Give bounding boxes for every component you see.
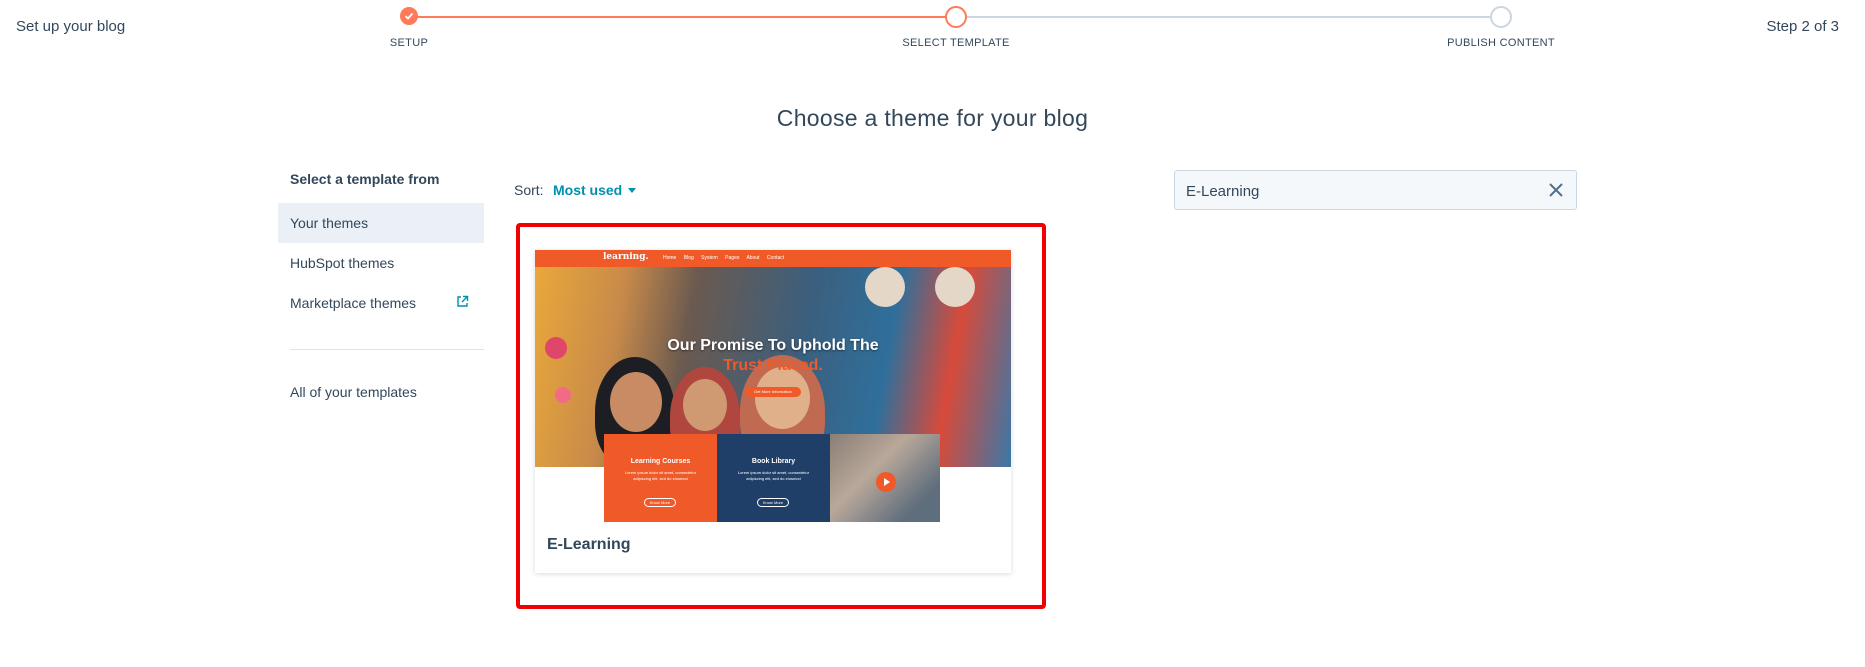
preview-box-title: Book Library xyxy=(751,458,796,465)
step-count: Step 2 of 3 xyxy=(1766,18,1839,35)
preview-child-face xyxy=(755,367,810,429)
sidebar-item-label: Your themes xyxy=(290,215,369,231)
sort-value: Most used xyxy=(553,182,623,198)
step-current-indicator xyxy=(945,6,967,28)
page-title: Choose a theme for your blog xyxy=(776,105,1089,131)
caret-down-icon xyxy=(628,187,637,193)
preview-box-text: Lorem ipsum dolor sit amet, consectetur … xyxy=(737,470,810,481)
preview-logo: learning. xyxy=(603,252,649,262)
sidebar-item-label: HubSpot themes xyxy=(290,255,395,271)
step-complete-check-icon xyxy=(400,7,418,25)
preview-child-face xyxy=(610,372,662,432)
clear-search-icon[interactable] xyxy=(1548,182,1564,198)
step-upcoming-indicator xyxy=(1490,6,1512,28)
preview-hero-highlight: Trust Placed. xyxy=(723,357,823,374)
preview-box-button: Know More xyxy=(757,498,789,507)
search-input[interactable] xyxy=(1175,171,1548,211)
sidebar-item-marketplace-themes[interactable]: Marketplace themes xyxy=(278,283,484,323)
template-name: E-Learning xyxy=(547,536,631,553)
sidebar-item-your-themes[interactable]: Your themes xyxy=(278,203,484,243)
preview-child-face xyxy=(683,379,727,431)
preview-flower-shape xyxy=(555,387,571,403)
sidebar-heading: Select a template from xyxy=(290,171,440,187)
preview-box-button: Know More xyxy=(644,498,676,507)
step-label-publish-content: PUBLISH CONTENT xyxy=(1447,37,1555,49)
step-label-setup: SETUP xyxy=(389,37,429,49)
preview-menu: Home Blog System Pages About Contact xyxy=(663,255,785,261)
play-icon xyxy=(876,472,896,492)
sidebar-divider xyxy=(290,349,484,350)
template-search xyxy=(1174,170,1577,211)
sidebar-item-label: All of your templates xyxy=(290,384,417,400)
preview-box-text: Lorem ipsum dolor sit amet, consectetur … xyxy=(624,470,697,481)
preview-courses-box: Learning Courses Lorem ipsum dolor sit a… xyxy=(604,434,717,522)
progress-track-remaining xyxy=(957,16,1502,18)
preview-navbar: learning. Home Blog System Pages About C… xyxy=(535,250,1011,267)
preview-hero-title: Our Promise To Uphold The xyxy=(667,337,879,354)
preview-hero-button: Get More Information xyxy=(745,387,801,397)
preview-mural-face xyxy=(935,267,975,307)
sort-dropdown[interactable]: Most used xyxy=(553,182,637,198)
sidebar-item-hubspot-themes[interactable]: HubSpot themes xyxy=(278,243,484,283)
preview-mural-face xyxy=(865,267,905,307)
step-label-select-template: SELECT TEMPLATE xyxy=(902,37,1010,49)
preview-library-box: Book Library Lorem ipsum dolor sit amet,… xyxy=(717,434,830,522)
wizard-title: Set up your blog xyxy=(16,18,126,35)
external-link-icon xyxy=(456,295,469,311)
sort-label: Sort: xyxy=(514,182,544,198)
sidebar-item-label: Marketplace themes xyxy=(290,295,417,311)
preview-video-box xyxy=(830,434,940,522)
template-card[interactable]: learning. Home Blog System Pages About C… xyxy=(535,250,1011,573)
preview-box-title: Learning Courses xyxy=(630,458,691,465)
template-preview-image: learning. Home Blog System Pages About C… xyxy=(535,250,1011,522)
progress-track-complete xyxy=(410,16,957,18)
sidebar-item-all-templates[interactable]: All of your templates xyxy=(278,372,484,412)
